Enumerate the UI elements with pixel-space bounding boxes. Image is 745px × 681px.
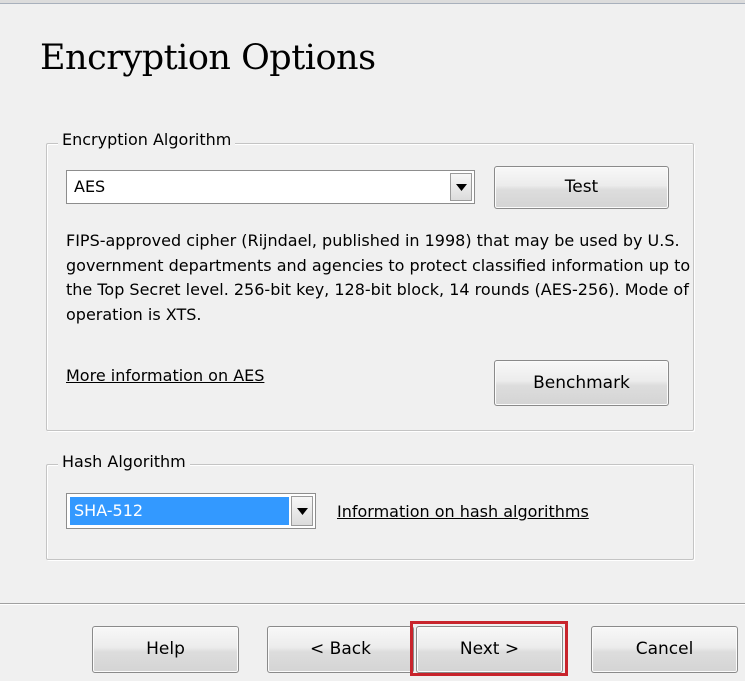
encryption-algorithm-label: Encryption Algorithm — [58, 130, 236, 149]
back-button[interactable]: < Back — [267, 626, 414, 673]
chevron-down-icon — [297, 508, 308, 515]
hash-info-link[interactable]: Information on hash algorithms — [337, 502, 589, 521]
window-top-border — [0, 3, 745, 4]
page-title: Encryption Options — [40, 38, 376, 78]
test-button[interactable]: Test — [494, 166, 669, 209]
encryption-dropdown-button[interactable] — [450, 173, 472, 201]
footer-separator-highlight — [0, 604, 745, 605]
hash-algorithm-value: SHA-512 — [70, 497, 289, 525]
chevron-down-icon — [456, 184, 467, 191]
encryption-description: FIPS-approved cipher (Rijndael, publishe… — [66, 231, 691, 324]
hash-algorithm-select[interactable]: SHA-512 — [66, 493, 316, 529]
help-button[interactable]: Help — [92, 626, 239, 673]
hash-dropdown-button[interactable] — [291, 496, 313, 526]
next-button-highlight — [410, 621, 568, 676]
cancel-button[interactable]: Cancel — [591, 626, 738, 673]
hash-algorithm-label: Hash Algorithm — [58, 452, 190, 471]
benchmark-button[interactable]: Benchmark — [494, 360, 669, 406]
more-info-aes-link[interactable]: More information on AES — [66, 366, 264, 385]
encryption-algorithm-value: AES — [74, 177, 106, 196]
encryption-algorithm-select[interactable]: AES — [66, 170, 475, 204]
